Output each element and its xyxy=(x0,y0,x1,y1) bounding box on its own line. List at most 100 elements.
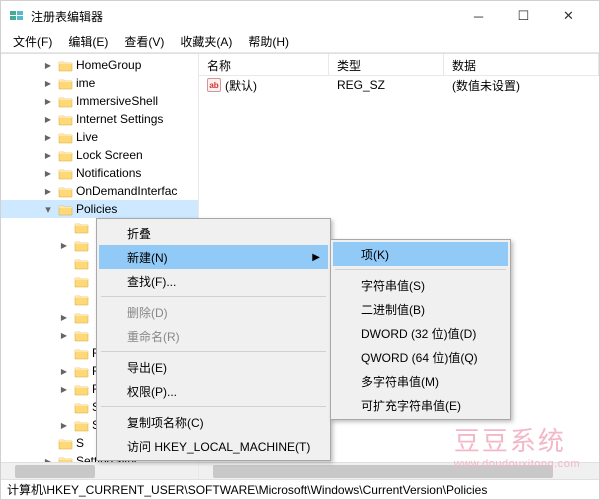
maximize-button[interactable]: ☐ xyxy=(501,2,546,30)
sub-可扩充字符串值(E)[interactable]: 可扩充字符串值(E) xyxy=(333,393,508,417)
tree-item-ime[interactable]: ▶ ime xyxy=(1,74,198,92)
menu-file[interactable]: 文件(F) xyxy=(5,31,60,52)
sub-多字符串值(M)[interactable]: 多字符串值(M) xyxy=(333,369,508,393)
ctx-权限(P)...[interactable]: 权限(P)... xyxy=(99,379,328,403)
folder-icon xyxy=(58,59,73,72)
expander-icon[interactable]: ▶ xyxy=(41,76,55,90)
folder-icon xyxy=(74,311,89,324)
ctx-新建(N)[interactable]: 新建(N)▶ xyxy=(99,245,328,269)
tree-item-Lock Screen[interactable]: ▶ Lock Screen xyxy=(1,146,198,164)
expander-icon[interactable]: ▶ xyxy=(41,94,55,108)
ctx-折叠[interactable]: 折叠 xyxy=(99,221,328,245)
ctx-复制项名称(C)[interactable]: 复制项名称(C) xyxy=(99,410,328,434)
tree-label: ime xyxy=(76,76,95,90)
sub-QWORD (64 位)值(Q)[interactable]: QWORD (64 位)值(Q) xyxy=(333,345,508,369)
expander-icon xyxy=(57,256,71,270)
expander-icon xyxy=(57,400,71,414)
folder-icon xyxy=(74,383,89,396)
expander-icon[interactable]: ▶ xyxy=(57,418,71,432)
sub-二进制值(B)[interactable]: 二进制值(B) xyxy=(333,297,508,321)
folder-icon xyxy=(58,437,73,450)
value-name: (默认) xyxy=(225,77,257,94)
folder-icon xyxy=(74,293,89,306)
folder-icon xyxy=(58,203,73,216)
col-data[interactable]: 数据 xyxy=(444,54,599,75)
chevron-right-icon: ▶ xyxy=(312,252,320,263)
close-button[interactable]: ✕ xyxy=(546,2,591,30)
sub-DWORD (32 位)值(D)[interactable]: DWORD (32 位)值(D) xyxy=(333,321,508,345)
expander-icon[interactable]: ▶ xyxy=(57,382,71,396)
expander-icon[interactable]: ▶ xyxy=(41,148,55,162)
menu-view[interactable]: 查看(V) xyxy=(116,31,172,52)
context-menu: 折叠新建(N)▶查找(F)... 删除(D)重命名(R) 导出(E)权限(P)...… xyxy=(96,218,331,461)
value-type: REG_SZ xyxy=(329,77,444,93)
submenu-new: 项(K) 字符串值(S)二进制值(B)DWORD (32 位)值(D)QWORD … xyxy=(330,239,511,420)
expander-icon[interactable]: ▶ xyxy=(57,238,71,252)
col-type[interactable]: 类型 xyxy=(329,54,444,75)
folder-icon xyxy=(74,347,89,360)
tree-item-Notifications[interactable]: ▶ Notifications xyxy=(1,164,198,182)
sub-字符串值(S)[interactable]: 字符串值(S) xyxy=(333,273,508,297)
folder-icon xyxy=(58,185,73,198)
folder-icon xyxy=(58,167,73,180)
ctx-导出(E)[interactable]: 导出(E) xyxy=(99,355,328,379)
folder-icon xyxy=(58,113,73,126)
expander-icon[interactable]: ▶ xyxy=(41,112,55,126)
folder-icon xyxy=(74,257,89,270)
ctx-删除(D): 删除(D) xyxy=(99,300,328,324)
folder-icon xyxy=(58,149,73,162)
expander-icon[interactable]: ▶ xyxy=(41,166,55,180)
tree-label: Policies xyxy=(76,202,117,216)
ctx-重命名(R): 重命名(R) xyxy=(99,324,328,348)
tree-item-HomeGroup[interactable]: ▶ HomeGroup xyxy=(1,56,198,74)
expander-icon[interactable]: ▶ xyxy=(41,130,55,144)
tree-label: ImmersiveShell xyxy=(76,94,158,108)
expander-icon xyxy=(57,274,71,288)
folder-icon xyxy=(58,95,73,108)
string-value-icon: ab xyxy=(207,78,221,92)
tree-label: Notifications xyxy=(76,166,141,180)
app-icon xyxy=(9,8,25,24)
folder-icon xyxy=(58,131,73,144)
tree-item-Live[interactable]: ▶ Live xyxy=(1,128,198,146)
folder-icon xyxy=(74,239,89,252)
menu-help[interactable]: 帮助(H) xyxy=(240,31,297,52)
folder-icon xyxy=(74,275,89,288)
menu-favorites[interactable]: 收藏夹(A) xyxy=(172,31,240,52)
list-header: 名称 类型 数据 xyxy=(199,54,599,76)
folder-icon xyxy=(74,419,89,432)
expander-icon[interactable]: ▶ xyxy=(57,310,71,324)
expander-icon xyxy=(57,220,71,234)
tree-label: Live xyxy=(76,130,98,144)
expander-icon[interactable]: ▾ xyxy=(41,202,55,216)
tree-label: S xyxy=(76,436,84,450)
tree-item-OnDemandInterfac[interactable]: ▶ OnDemandInterfac xyxy=(1,182,198,200)
value-data: (数值未设置) xyxy=(444,76,599,95)
col-name[interactable]: 名称 xyxy=(199,54,329,75)
expander-icon[interactable]: ▶ xyxy=(57,328,71,342)
list-row[interactable]: ab (默认) REG_SZ (数值未设置) xyxy=(199,76,599,94)
tree-label: HomeGroup xyxy=(76,58,141,72)
statusbar: 计算机\HKEY_CURRENT_USER\SOFTWARE\Microsoft… xyxy=(1,479,599,499)
expander-icon[interactable]: ▶ xyxy=(57,364,71,378)
tree-hscroll[interactable] xyxy=(1,462,198,479)
menu-edit[interactable]: 编辑(E) xyxy=(60,31,116,52)
folder-icon xyxy=(74,401,89,414)
minimize-button[interactable]: ─ xyxy=(456,2,501,30)
sub-项(K)[interactable]: 项(K) xyxy=(333,242,508,266)
expander-icon xyxy=(57,346,71,360)
ctx-查找(F)...[interactable]: 查找(F)... xyxy=(99,269,328,293)
folder-icon xyxy=(74,365,89,378)
tree-label: Lock Screen xyxy=(76,148,143,162)
titlebar: 注册表编辑器 ─ ☐ ✕ xyxy=(1,1,599,31)
ctx-访问 HKEY_LOCAL_MACHINE(T)[interactable]: 访问 HKEY_LOCAL_MACHINE(T) xyxy=(99,434,328,458)
tree-label: Internet Settings xyxy=(76,112,163,126)
tree-label: OnDemandInterfac xyxy=(76,184,177,198)
tree-item-Policies[interactable]: ▾ Policies xyxy=(1,200,198,218)
expander-icon xyxy=(41,436,55,450)
expander-icon[interactable]: ▶ xyxy=(41,58,55,72)
expander-icon[interactable]: ▶ xyxy=(41,184,55,198)
tree-item-Internet Settings[interactable]: ▶ Internet Settings xyxy=(1,110,198,128)
tree-item-ImmersiveShell[interactable]: ▶ ImmersiveShell xyxy=(1,92,198,110)
window-title: 注册表编辑器 xyxy=(31,8,456,25)
